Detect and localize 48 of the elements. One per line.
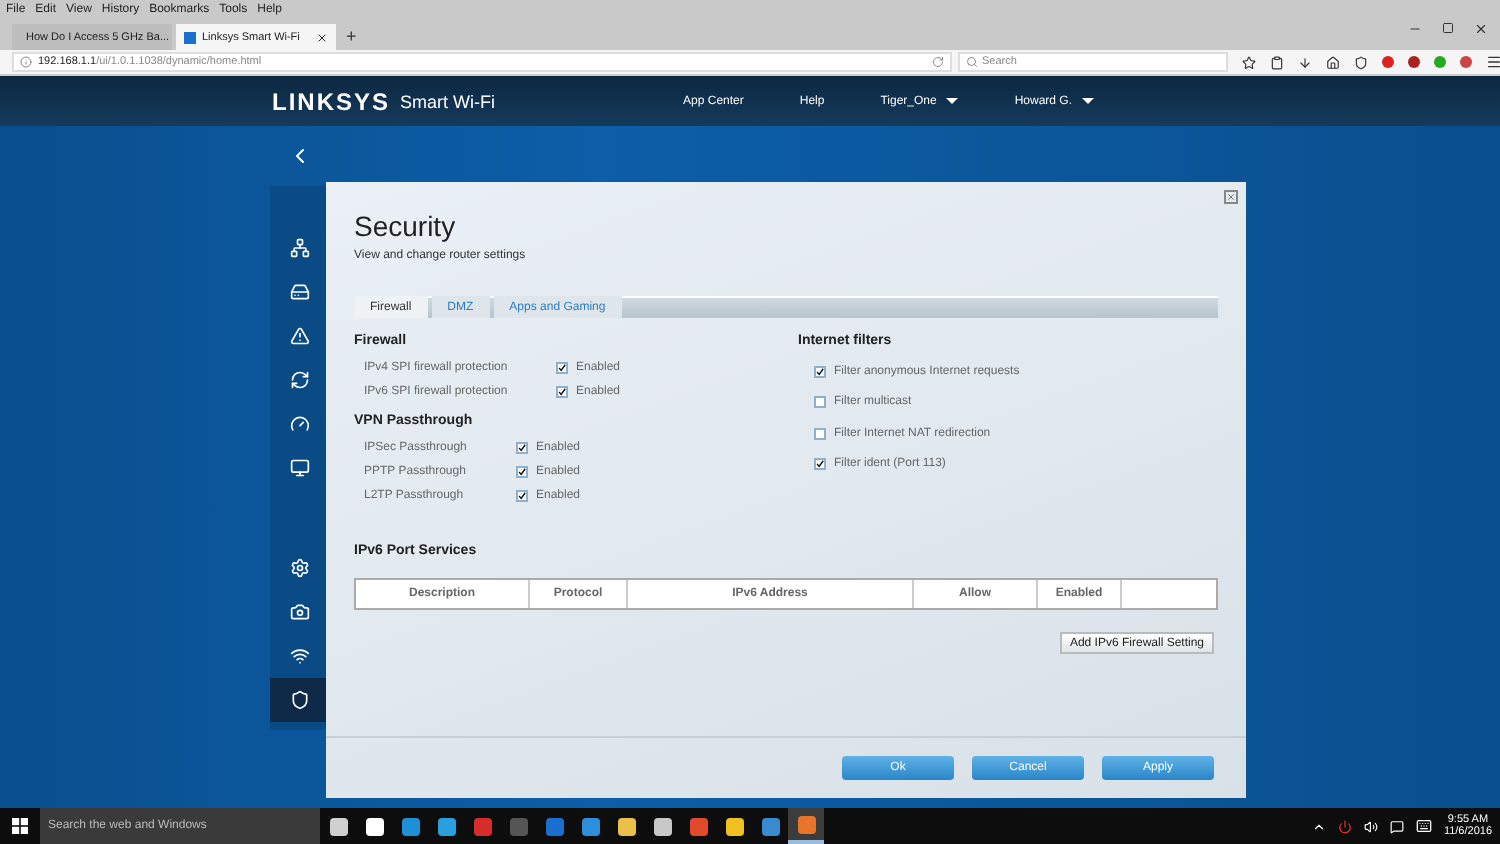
wifi-icon [290, 646, 310, 666]
restore-icon[interactable] [1442, 22, 1454, 34]
search-icon [966, 56, 978, 68]
close-icon[interactable] [316, 31, 328, 43]
warning-icon [290, 326, 310, 346]
power-icon[interactable] [1337, 819, 1352, 833]
refresh-icon [290, 370, 310, 390]
checkbox[interactable] [516, 442, 528, 454]
checkbox[interactable] [516, 466, 528, 478]
dialog-title: Security [354, 210, 458, 242]
download-icon[interactable] [1298, 55, 1312, 69]
star-icon[interactable] [1242, 55, 1256, 69]
info-icon [20, 56, 32, 68]
close-button[interactable] [1224, 190, 1238, 204]
chevron-icon[interactable] [1311, 819, 1326, 833]
checkbox[interactable] [556, 362, 568, 374]
notification-icon[interactable] [1389, 819, 1404, 833]
settings-icon [290, 558, 310, 578]
monitor-icon [290, 458, 310, 478]
product-name: Smart Wi-Fi [400, 91, 496, 111]
checkbox[interactable] [814, 427, 826, 440]
speaker-icon[interactable] [1363, 819, 1378, 833]
logo: LINKSYS [272, 87, 391, 115]
camera-icon [290, 602, 310, 622]
checkbox[interactable] [814, 396, 826, 409]
caret-icon [1082, 98, 1095, 104]
checkbox[interactable] [556, 386, 568, 398]
checkbox[interactable] [814, 458, 826, 471]
extension-icon[interactable] [1460, 56, 1472, 68]
reload-icon[interactable] [932, 56, 944, 68]
network-icon [290, 238, 310, 258]
gauge-icon [290, 414, 310, 434]
sidebar-item[interactable] [270, 678, 330, 722]
home-icon[interactable] [1326, 55, 1340, 69]
new-tab-button[interactable]: + [346, 24, 357, 50]
close-icon[interactable] [1474, 22, 1488, 36]
checkbox[interactable] [814, 365, 826, 378]
extension-icon[interactable] [1382, 56, 1394, 68]
caret-icon [946, 98, 959, 104]
extension-icon[interactable] [1434, 56, 1446, 68]
extension-icon[interactable] [1408, 56, 1420, 68]
clipboard-icon[interactable] [1270, 55, 1284, 69]
favicon-icon [184, 31, 196, 43]
storage-icon [290, 282, 310, 302]
menu-icon[interactable] [1486, 54, 1500, 70]
checkbox[interactable] [516, 490, 528, 502]
shield-icon [290, 690, 310, 710]
keyboard-icon[interactable] [1415, 818, 1432, 834]
